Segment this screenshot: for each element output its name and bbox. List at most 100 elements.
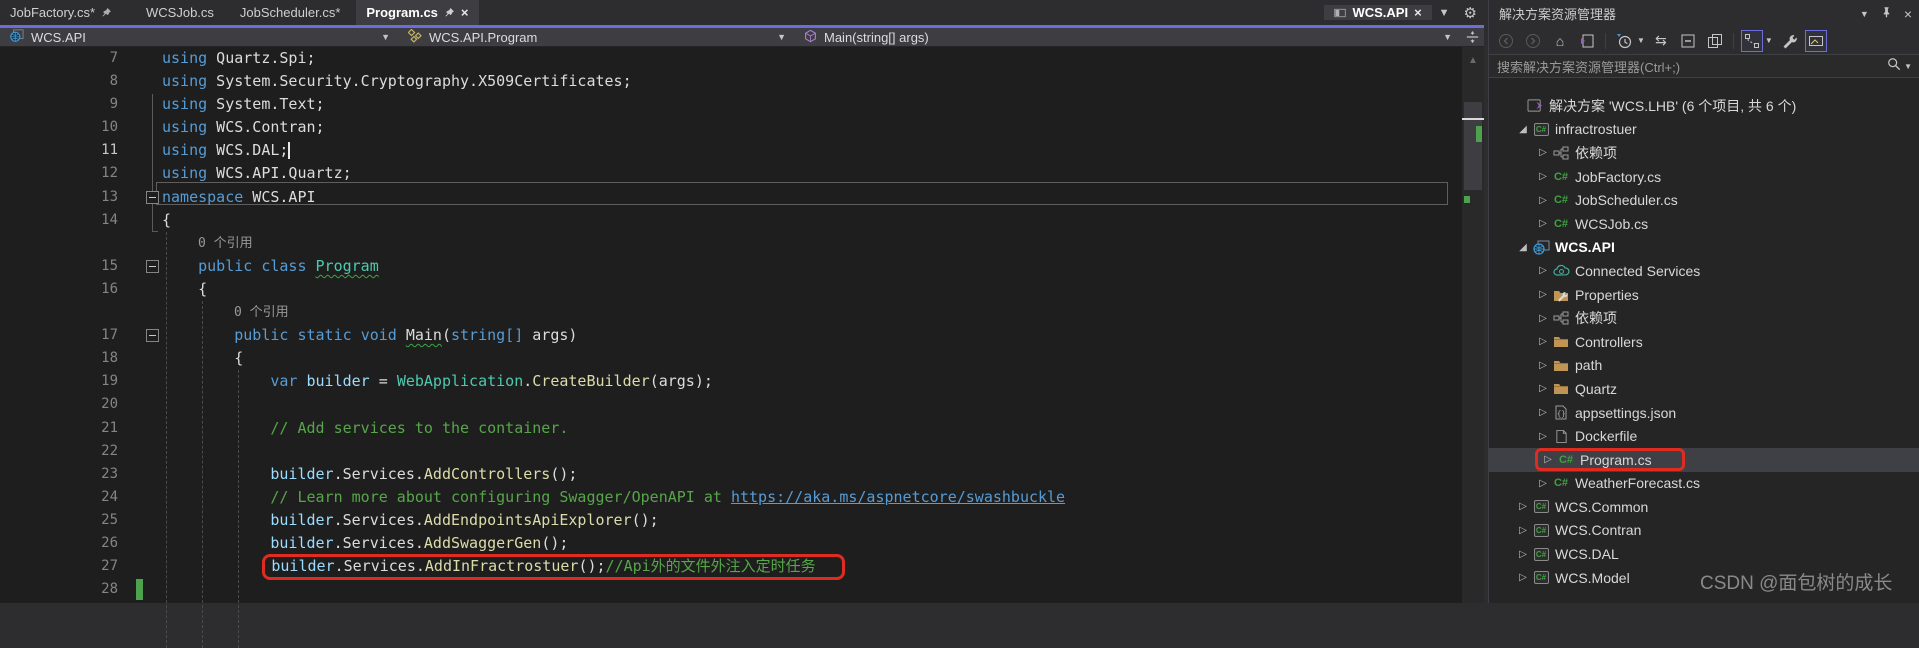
collapsed-arrow-icon[interactable]: ▷ [1540, 454, 1556, 465]
collapse-all-icon[interactable] [1677, 30, 1699, 52]
collapsed-arrow-icon[interactable]: ▷ [1515, 549, 1531, 560]
tree-item-jobfactory.cs[interactable]: ▷ C# JobFactory.cs [1489, 165, 1919, 189]
preview-selected-items-toggle[interactable] [1804, 29, 1827, 52]
tree-item-controllers[interactable]: ▷ Controllers [1489, 330, 1919, 354]
tree-item-infractrostuer[interactable]: ◢ C# infractrostuer [1489, 118, 1919, 142]
tree-item--[interactable]: ▷ 依赖项 [1489, 141, 1919, 165]
collapsed-arrow-icon[interactable]: ▷ [1535, 407, 1551, 418]
member-dropdown[interactable]: Main(string[] args) ▼ [794, 28, 1460, 46]
code-line[interactable]: 10 using WCS.Contran; [0, 116, 1462, 139]
tab-jobfactory[interactable]: JobFactory.cs* [0, 0, 122, 25]
collapsed-arrow-icon[interactable]: ▷ [1535, 218, 1551, 229]
code-line[interactable]: 15 public class Program [0, 255, 1462, 278]
collapsed-arrow-icon[interactable]: ▷ [1515, 572, 1531, 583]
tree-item-wcs.contran[interactable]: ▷ C# WCS.Contran [1489, 519, 1919, 543]
code-line[interactable]: 25 builder.Services.AddEndpointsApiExplo… [0, 509, 1462, 532]
chevron-down-icon[interactable]: ▼ [1637, 36, 1645, 45]
tree-item-wcs.api[interactable]: ◢ WCS.API [1489, 236, 1919, 260]
codelens-references[interactable]: 0 个引用 [198, 232, 253, 255]
tree-item-weatherforecast.cs[interactable]: ▷ C# WeatherForecast.cs [1489, 472, 1919, 496]
code-line[interactable]: 9 using System.Text; [0, 93, 1462, 116]
code-line[interactable]: 17 public static void Main(string[] args… [0, 324, 1462, 347]
chevron-down-icon[interactable]: ▼ [1765, 36, 1773, 45]
switch-views-icon[interactable] [1576, 30, 1598, 52]
code-line[interactable]: 22 [0, 440, 1462, 463]
tree-item-program.cs[interactable]: ▷ C# Program.cs [1489, 447, 1919, 472]
tree-item-quartz[interactable]: ▷ Quartz [1489, 377, 1919, 401]
codelens-references[interactable]: 0 个引用 [234, 301, 289, 324]
tree-item-jobscheduler.cs[interactable]: ▷ C# JobScheduler.cs [1489, 188, 1919, 212]
back-icon[interactable] [1495, 30, 1517, 52]
tab-program-active[interactable]: Program.cs × [356, 0, 479, 25]
gear-icon[interactable]: ⚙ [1457, 4, 1484, 22]
collapsed-arrow-icon[interactable]: ▷ [1535, 195, 1551, 206]
tree-item-dockerfile[interactable]: ▷ Dockerfile [1489, 424, 1919, 448]
tree-item--[interactable]: ▷ 依赖项 [1489, 306, 1919, 330]
editor-scrollbar[interactable]: ▲ [1462, 47, 1484, 603]
code-line[interactable]: 23 builder.Services.AddControllers(); [0, 463, 1462, 486]
code-line[interactable]: 7 using Quartz.Spi; [0, 47, 1462, 70]
collapsed-arrow-icon[interactable]: ▷ [1535, 336, 1551, 347]
scrollbar-thumb[interactable] [1464, 102, 1482, 190]
tab-jobscheduler[interactable]: JobScheduler.cs* [230, 0, 350, 25]
code-line[interactable]: 13 namespace WCS.API [0, 186, 1462, 209]
collapsed-arrow-icon[interactable]: ▷ [1515, 501, 1531, 512]
fold-collapse-icon[interactable] [146, 259, 159, 273]
pending-changes-filter-icon[interactable] [1613, 30, 1635, 52]
tree-item-path[interactable]: ▷ path [1489, 354, 1919, 378]
tree-item--wcs.lhb-6-6-[interactable]: 解决方案 'WCS.LHB' (6 个项目, 共 6 个) [1489, 94, 1919, 118]
code-line[interactable]: 8 using System.Security.Cryptography.X509… [0, 70, 1462, 93]
collapsed-arrow-icon[interactable]: ▷ [1535, 431, 1551, 442]
collapsed-arrow-icon[interactable]: ▷ [1535, 265, 1551, 276]
search-icon[interactable] [1887, 57, 1901, 76]
show-all-files-icon[interactable] [1704, 30, 1726, 52]
collapsed-arrow-icon[interactable]: ▷ [1535, 360, 1551, 371]
code-line[interactable]: 28 [0, 578, 1462, 601]
code-line[interactable]: 20 [0, 393, 1462, 416]
sync-with-active-document-icon[interactable]: ⇆ [1650, 30, 1672, 52]
pin-icon[interactable] [1881, 6, 1892, 21]
close-icon[interactable]: × [1904, 6, 1912, 22]
forward-icon[interactable] [1522, 30, 1544, 52]
code-line[interactable]: 18 { [0, 347, 1462, 370]
solution-search-box[interactable]: 搜索解决方案资源管理器(Ctrl+;) ▼ [1489, 55, 1919, 78]
tree-item-wcsjob.cs[interactable]: ▷ C# WCSJob.cs [1489, 212, 1919, 236]
codelens-row[interactable]: 0 个引用 [0, 301, 1462, 324]
project-dropdown[interactable]: WCS.API ▼ [0, 28, 398, 46]
tab-list-dropdown-icon[interactable]: ▼ [1432, 7, 1457, 19]
home-icon[interactable]: ⌂ [1549, 30, 1571, 52]
code-line[interactable]: 11 using WCS.DAL; [0, 139, 1462, 162]
scroll-up-arrow[interactable]: ▲ [1462, 55, 1484, 66]
collapsed-arrow-icon[interactable]: ▷ [1535, 478, 1551, 489]
expanded-arrow-icon[interactable]: ◢ [1515, 124, 1531, 135]
collapsed-arrow-icon[interactable]: ▷ [1535, 171, 1551, 182]
code-line[interactable]: 21 // Add services to the container. [0, 417, 1462, 440]
type-dropdown[interactable]: WCS.API.Program ▼ [398, 28, 794, 46]
tab-wcsjob[interactable]: WCSJob.cs [136, 0, 224, 25]
code-line[interactable]: 27 builder.Services.AddInFractrostuer();… [0, 554, 1462, 581]
pin-icon[interactable] [444, 7, 455, 18]
tab-wcsapi-right[interactable]: WCS.API × [1324, 5, 1432, 20]
split-editor-button[interactable] [1460, 28, 1484, 46]
tree-item-wcs.common[interactable]: ▷ C# WCS.Common [1489, 495, 1919, 519]
track-active-item-toggle[interactable] [1740, 29, 1763, 52]
code-line[interactable]: 26 builder.Services.AddSwaggerGen(); [0, 532, 1462, 555]
collapsed-arrow-icon[interactable]: ▷ [1515, 525, 1531, 536]
tree-item-wcs.dal[interactable]: ▷ C# WCS.DAL [1489, 542, 1919, 566]
collapsed-arrow-icon[interactable]: ▷ [1535, 289, 1551, 300]
code-line[interactable]: 24 // Learn more about configuring Swagg… [0, 486, 1462, 509]
tree-item-properties[interactable]: ▷ Properties [1489, 283, 1919, 307]
code-line[interactable]: 12 using WCS.API.Quartz; [0, 162, 1462, 185]
chevron-down-icon[interactable]: ▼ [1860, 9, 1869, 19]
solution-explorer-titlebar[interactable]: 解决方案资源管理器 ▼ × [1489, 0, 1919, 27]
code-line[interactable]: 19 var builder = WebApplication.CreateBu… [0, 370, 1462, 393]
code-line[interactable]: 14 { [0, 209, 1462, 232]
collapsed-arrow-icon[interactable]: ▷ [1535, 383, 1551, 394]
code-line[interactable]: 16 { [0, 278, 1462, 301]
close-icon[interactable]: × [461, 5, 469, 20]
pin-icon[interactable] [101, 7, 112, 18]
code-editor[interactable]: 7 using Quartz.Spi; 8 using System.Security… [0, 47, 1462, 648]
collapsed-arrow-icon[interactable]: ▷ [1535, 147, 1551, 158]
fold-collapse-icon[interactable] [146, 329, 159, 343]
tree-item-connected-services[interactable]: ▷ Connected Services [1489, 259, 1919, 283]
